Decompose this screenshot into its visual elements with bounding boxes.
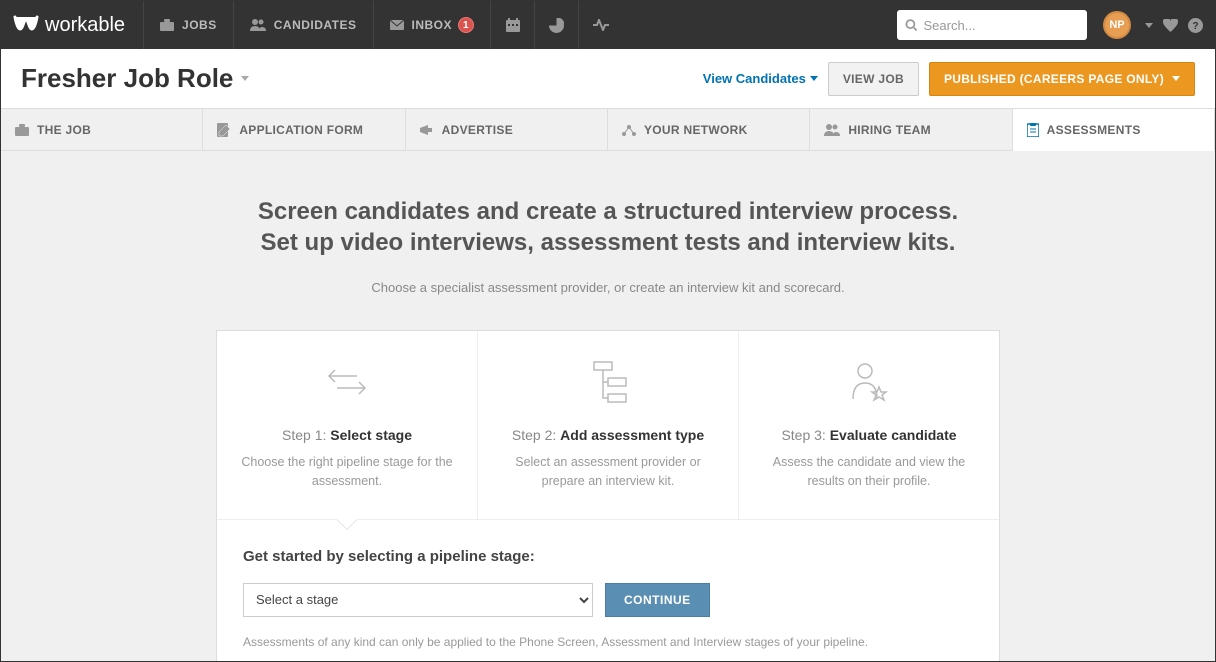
chevron-down-icon bbox=[810, 76, 818, 81]
chevron-down-icon bbox=[1172, 76, 1180, 81]
nav-reports[interactable] bbox=[534, 1, 578, 49]
publish-status-button[interactable]: PUBLISHED (CAREERS PAGE ONLY) bbox=[929, 62, 1195, 96]
briefcase-icon bbox=[160, 19, 174, 31]
view-job-button[interactable]: VIEW JOB bbox=[828, 62, 919, 96]
continue-button[interactable]: CONTINUE bbox=[605, 583, 710, 617]
view-candidates-link[interactable]: View Candidates bbox=[703, 71, 818, 86]
search-box[interactable] bbox=[897, 10, 1087, 40]
chevron-down-icon bbox=[241, 76, 249, 81]
team-icon bbox=[824, 124, 840, 136]
stage-select[interactable]: Select a stage bbox=[243, 583, 593, 617]
brand-name: workable bbox=[45, 14, 125, 37]
nav-jobs[interactable]: JOBS bbox=[143, 1, 233, 49]
edit-icon bbox=[217, 123, 231, 137]
clipboard-icon bbox=[1027, 123, 1039, 137]
svg-text:?: ? bbox=[1192, 21, 1198, 32]
megaphone-icon bbox=[420, 124, 434, 136]
form-note: Assessments of any kind can only be appl… bbox=[243, 635, 973, 649]
mail-icon bbox=[390, 20, 404, 30]
workable-mark-icon bbox=[13, 15, 39, 35]
job-title-dropdown[interactable]: Fresher Job Role bbox=[21, 63, 249, 94]
calendar-icon bbox=[506, 18, 520, 32]
step-3: Step 3: Evaluate candidate Assess the ca… bbox=[739, 331, 999, 519]
inbox-badge: 1 bbox=[458, 17, 474, 33]
heart-icon[interactable] bbox=[1163, 19, 1178, 32]
tab-hiring-team[interactable]: HIRING TEAM bbox=[810, 109, 1012, 150]
nav-candidates[interactable]: CANDIDATES bbox=[233, 1, 373, 49]
pie-chart-icon bbox=[549, 18, 564, 33]
step-2: Step 2: Add assessment type Select an as… bbox=[478, 331, 739, 519]
hero-sub: Choose a specialist assessment provider,… bbox=[1, 280, 1215, 295]
flowchart-icon bbox=[584, 360, 632, 404]
tab-application-form[interactable]: APPLICATION FORM bbox=[203, 109, 405, 150]
briefcase-icon bbox=[15, 124, 29, 136]
form-label: Get started by selecting a pipeline stag… bbox=[243, 548, 973, 565]
search-icon bbox=[905, 18, 918, 32]
nav-activity[interactable] bbox=[578, 1, 622, 49]
tab-your-network[interactable]: YOUR NETWORK bbox=[608, 109, 810, 150]
tab-the-job[interactable]: THE JOB bbox=[1, 109, 203, 150]
hero-line1: Screen candidates and create a structure… bbox=[1, 196, 1215, 227]
activity-icon bbox=[593, 19, 609, 31]
step-1: Step 1: Select stage Choose the right pi… bbox=[217, 331, 478, 519]
network-icon bbox=[622, 124, 636, 136]
search-input[interactable] bbox=[924, 18, 1079, 33]
user-menu-caret[interactable] bbox=[1145, 23, 1153, 28]
tab-advertise[interactable]: ADVERTISE bbox=[406, 109, 608, 150]
help-icon[interactable]: ? bbox=[1188, 18, 1203, 33]
steps-card: Step 1: Select stage Choose the right pi… bbox=[216, 330, 1000, 661]
arrows-icon bbox=[323, 366, 371, 398]
hero-line2: Set up video interviews, assessment test… bbox=[1, 227, 1215, 258]
tab-assessments[interactable]: ASSESSMENTS bbox=[1013, 109, 1215, 151]
user-avatar[interactable]: NP bbox=[1103, 11, 1131, 39]
people-icon bbox=[250, 19, 266, 31]
brand-logo[interactable]: workable bbox=[13, 14, 125, 37]
nav-calendar[interactable] bbox=[490, 1, 534, 49]
person-star-icon bbox=[847, 361, 891, 403]
nav-inbox[interactable]: INBOX 1 bbox=[373, 1, 491, 49]
